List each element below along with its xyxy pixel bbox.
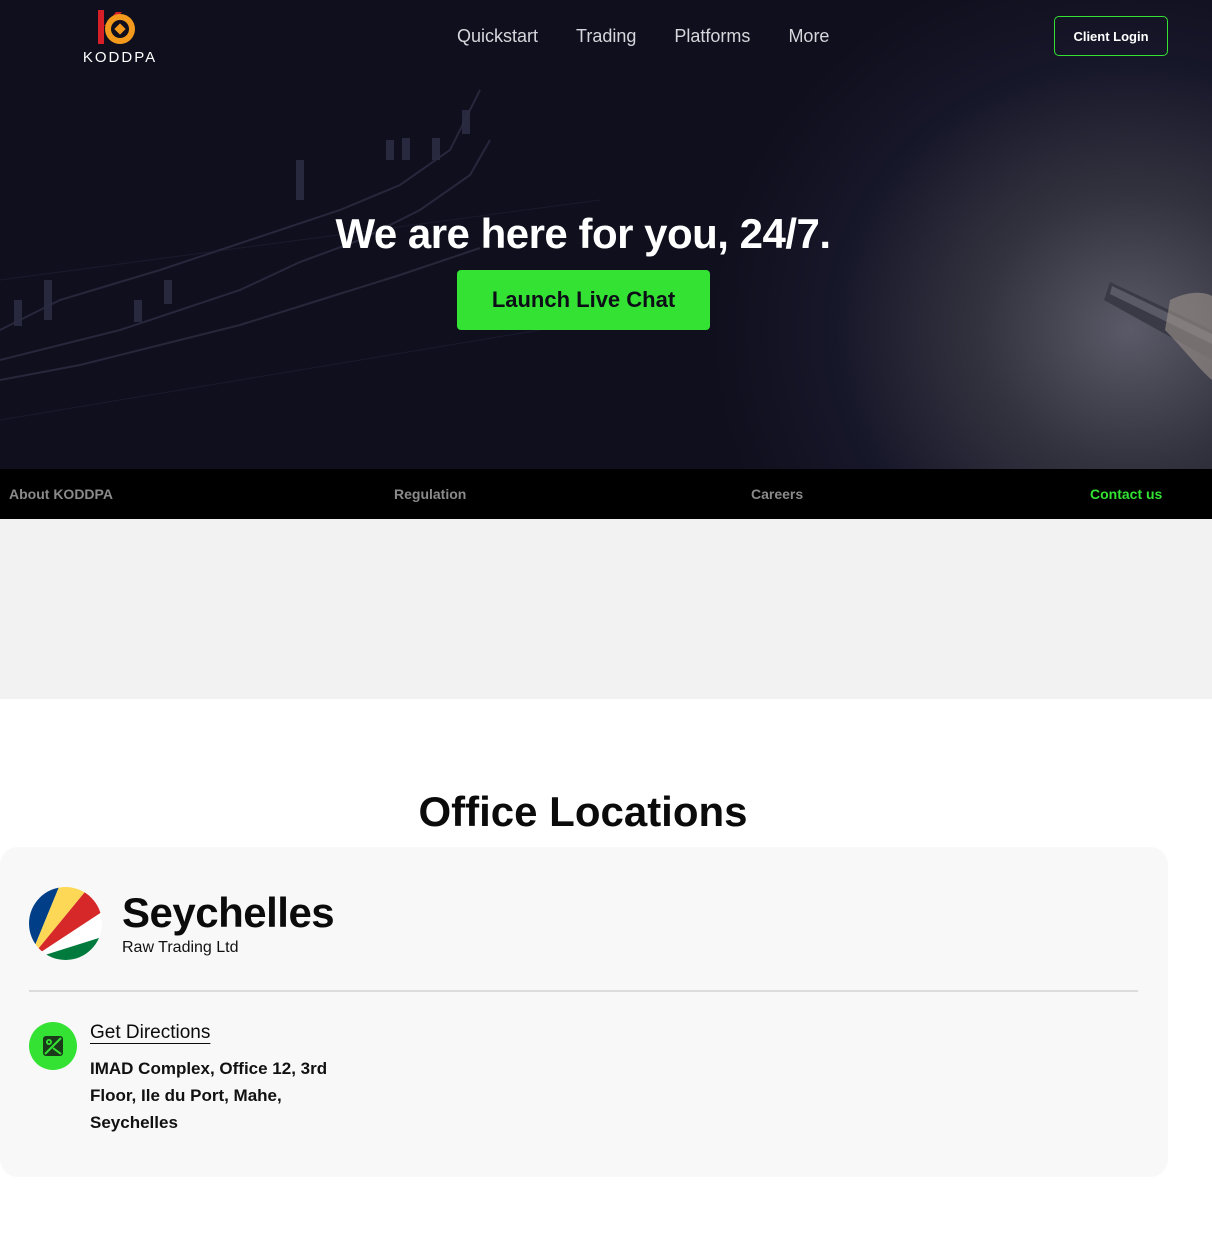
office-company: Raw Trading Ltd — [122, 939, 239, 956]
content-band — [0, 519, 1212, 699]
card-divider — [29, 990, 1138, 992]
client-login-button[interactable]: Client Login — [1054, 16, 1168, 56]
nav-item-more[interactable]: More — [788, 24, 829, 48]
subnav-item-regulation[interactable]: Regulation — [394, 486, 466, 502]
nav-item-quickstart[interactable]: Quickstart — [457, 24, 538, 48]
subnav-item-careers[interactable]: Careers — [751, 486, 803, 502]
hero-section: KODDPA Quickstart Trading Platforms More… — [0, 0, 1212, 469]
subnav-item-contact[interactable]: Contact us — [1090, 486, 1162, 502]
launch-live-chat-button[interactable]: Launch Live Chat — [457, 270, 710, 330]
seychelles-flag-icon — [29, 887, 102, 960]
office-locations-title: Office Locations — [418, 788, 748, 835]
koddpa-logo-icon — [98, 10, 135, 44]
office-address: IMAD Complex, Office 12, 3rd Floor, Ile … — [90, 1059, 328, 1132]
koddpa-logo[interactable]: KODDPA — [78, 8, 162, 68]
about-subnav: About KODDPA Regulation Careers Contact … — [0, 469, 1212, 519]
main-nav: Quickstart Trading Platforms More — [457, 24, 829, 48]
office-card: Seychelles Raw Trading Ltd Get Direction… — [0, 847, 1168, 1177]
hero-title: We are here for you, 24/7. — [335, 210, 831, 257]
nav-item-platforms[interactable]: Platforms — [674, 24, 750, 48]
subnav-item-about[interactable]: About KODDPA — [9, 486, 113, 502]
phone-illustration — [1104, 282, 1212, 380]
office-country: Seychelles — [122, 889, 335, 936]
map-pin-icon — [29, 1022, 77, 1070]
nav-item-trading[interactable]: Trading — [576, 24, 636, 48]
logo-text: KODDPA — [82, 49, 158, 66]
get-directions-link[interactable]: Get Directions — [90, 1022, 210, 1044]
